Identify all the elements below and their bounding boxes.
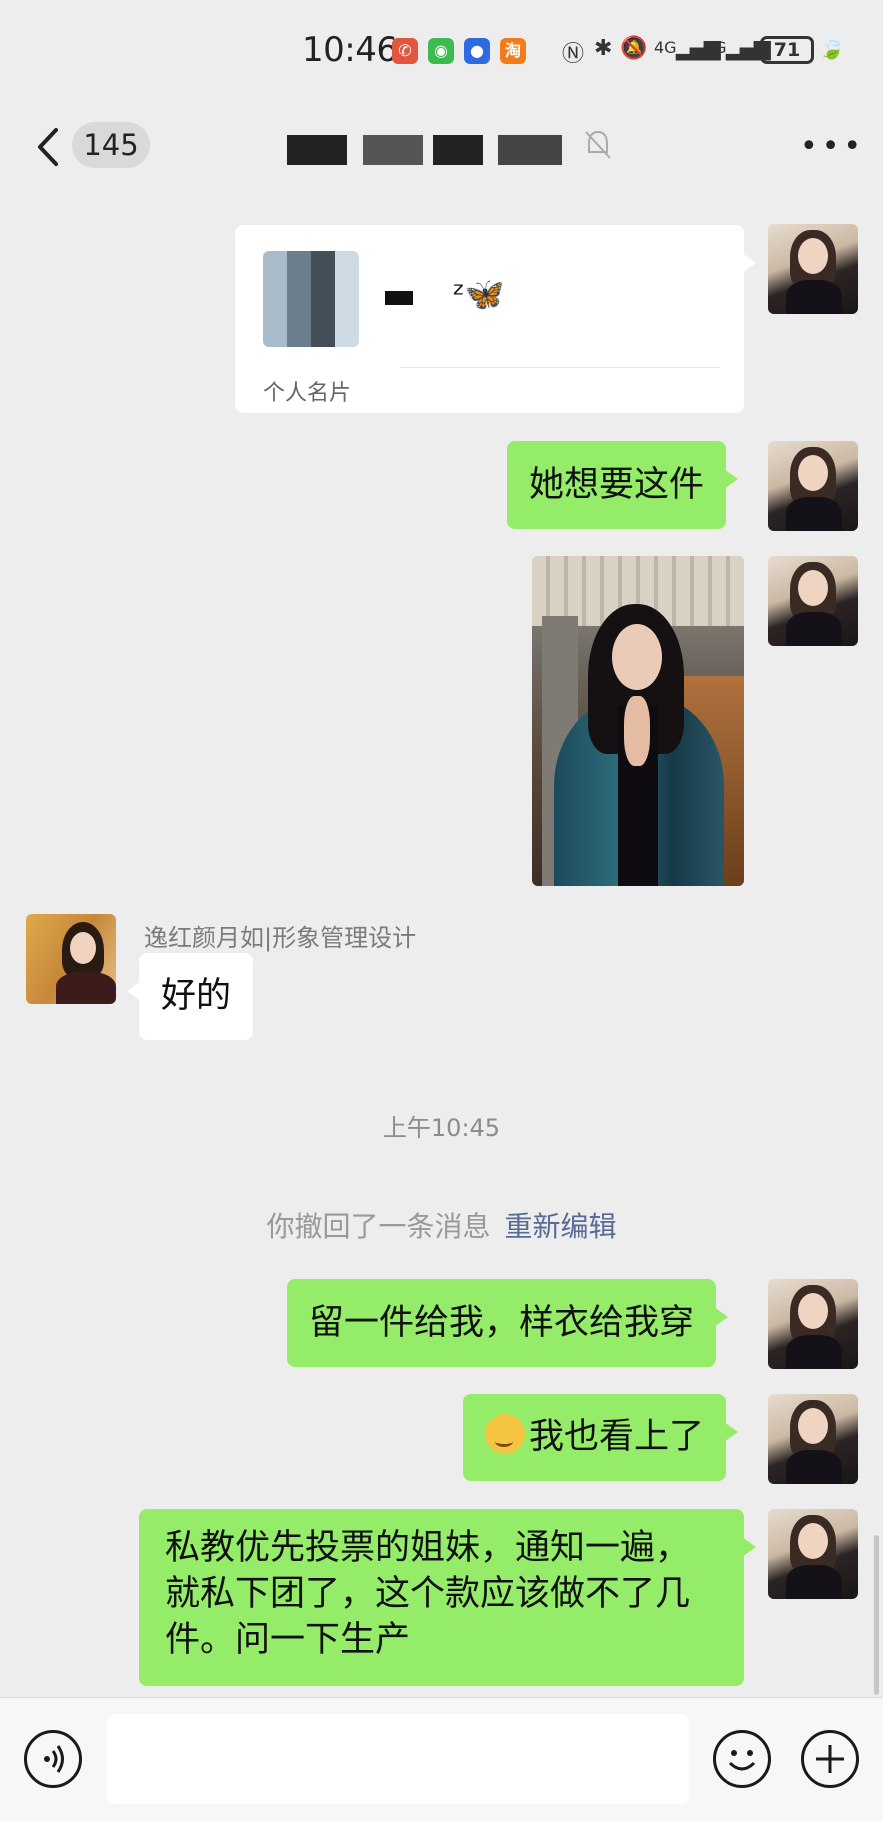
- re-edit-link[interactable]: 重新编辑: [505, 1210, 617, 1243]
- bluetooth-icon: ✱: [594, 36, 613, 61]
- battery-level: 71: [773, 39, 801, 61]
- wechat-icon: ◉: [428, 38, 454, 64]
- battery-icon: 71: [760, 36, 814, 64]
- image-message[interactable]: [532, 556, 744, 886]
- my-avatar[interactable]: [768, 441, 858, 531]
- app-blue-icon: ●: [464, 38, 490, 64]
- message-text-line: 私教优先投票的姐妹，通知一遍，: [165, 1528, 691, 1568]
- bell-slash-icon: [585, 130, 611, 159]
- message-text-line: 就私下团了，这个款应该做不了几: [165, 1574, 691, 1614]
- taobao-icon: 淘: [500, 38, 526, 64]
- plus-icon[interactable]: [801, 1730, 859, 1788]
- more-options-icon[interactable]: •••: [800, 132, 865, 162]
- thinking-face-icon: [485, 1414, 525, 1454]
- contact-card-divider: [400, 367, 720, 368]
- contact-card-avatar: [263, 251, 359, 347]
- my-avatar[interactable]: [768, 556, 858, 646]
- input-bar: [0, 1697, 883, 1821]
- message-text: 我也看上了: [529, 1417, 705, 1457]
- my-avatar[interactable]: [768, 1394, 858, 1484]
- message-text-line: 件。问一下生产: [165, 1620, 411, 1660]
- message-bubble-mine[interactable]: 私教优先投票的姐妹，通知一遍， 就私下团了，这个款应该做不了几 件。问一下生产: [139, 1509, 756, 1686]
- my-avatar[interactable]: [768, 1279, 858, 1369]
- timestamp-separator: 上午10:45: [382, 1114, 501, 1142]
- message-input[interactable]: [107, 1714, 689, 1804]
- unread-count-badge[interactable]: 145: [72, 122, 150, 168]
- sender-name: 逸红颜月如|形象管理设计: [144, 924, 417, 952]
- contact-card-message[interactable]: ᶻ🦋 个人名片: [235, 225, 756, 413]
- my-avatar[interactable]: [768, 224, 858, 314]
- status-time: 10:46: [302, 30, 398, 70]
- contact-card-name: ᶻ🦋: [385, 275, 505, 313]
- contact-card-label: 个人名片: [263, 381, 352, 406]
- network-label-2: 4G: [704, 38, 727, 57]
- my-avatar[interactable]: [768, 1509, 858, 1599]
- message-bubble-other[interactable]: 好的: [126, 953, 254, 1040]
- leaf-icon: 🍃: [818, 36, 846, 61]
- network-label-1: 4G: [654, 38, 677, 57]
- recall-notice: 你撤回了一条消息 重新编辑: [0, 1205, 883, 1245]
- message-bubble-mine[interactable]: 留一件给我，样衣给我穿: [287, 1279, 729, 1367]
- contact-avatar[interactable]: [26, 914, 116, 1004]
- recall-text: 你撤回了一条消息: [266, 1210, 491, 1243]
- scrollbar[interactable]: [874, 1535, 879, 1695]
- back-arrow-icon[interactable]: [30, 122, 70, 172]
- message-bubble-mine[interactable]: 我也看上了: [463, 1394, 739, 1481]
- emoji-icon[interactable]: [713, 1730, 771, 1788]
- phone-missed-icon: ✆: [392, 38, 418, 64]
- status-bar: 10:46 ✆ ◉ ● 淘 Ⓝ ✱ 🔕 4G ▂▄▆ 4G ▂▄▆ 71 🍃: [0, 0, 883, 100]
- message-bubble-mine[interactable]: 她想要这件: [507, 441, 739, 529]
- mute-icon: 🔕: [620, 36, 648, 61]
- nfc-icon: Ⓝ: [562, 42, 585, 67]
- voice-icon[interactable]: [24, 1730, 82, 1788]
